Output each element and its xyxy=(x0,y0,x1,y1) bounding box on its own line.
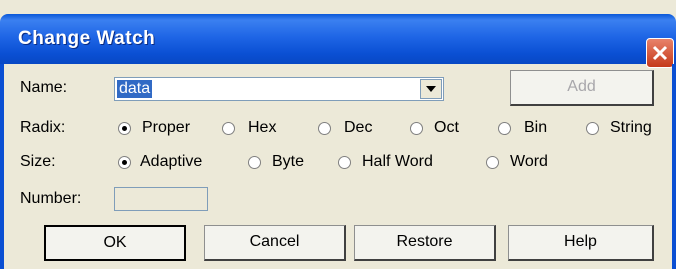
name-combobox[interactable]: data xyxy=(114,77,444,101)
size-half-word-radio[interactable] xyxy=(338,156,351,169)
radix-bin-radio[interactable] xyxy=(498,122,511,135)
size-word-radio[interactable] xyxy=(486,156,499,169)
number-input[interactable] xyxy=(114,187,208,211)
close-icon xyxy=(652,45,668,61)
chevron-down-icon xyxy=(426,86,436,92)
cancel-button[interactable]: Cancel xyxy=(204,225,346,261)
radix-string-label[interactable]: String xyxy=(610,119,652,137)
radix-dec-radio[interactable] xyxy=(318,122,331,135)
radix-dec-label[interactable]: Dec xyxy=(344,119,372,137)
close-button[interactable] xyxy=(646,38,674,68)
help-button[interactable]: Help xyxy=(508,225,654,261)
window-title: Change Watch xyxy=(18,28,156,49)
radix-oct-radio[interactable] xyxy=(410,122,423,135)
window-border-left xyxy=(0,64,4,269)
size-byte-radio[interactable] xyxy=(248,156,261,169)
name-value: data xyxy=(117,80,153,98)
size-adaptive-label[interactable]: Adaptive xyxy=(140,153,202,171)
number-label: Number: xyxy=(20,190,82,207)
radix-label: Radix: xyxy=(20,119,66,136)
size-half-word-label[interactable]: Half Word xyxy=(362,153,433,171)
radix-hex-radio[interactable] xyxy=(222,122,235,135)
title-bar[interactable]: Change Watch xyxy=(0,14,676,68)
size-adaptive-radio[interactable] xyxy=(118,156,131,169)
radix-string-radio[interactable] xyxy=(586,122,599,135)
dropdown-button[interactable] xyxy=(420,79,442,99)
name-label: Name: xyxy=(20,79,68,96)
ok-button[interactable]: OK xyxy=(44,225,186,261)
radix-proper-label[interactable]: Proper xyxy=(142,119,190,137)
restore-button[interactable]: Restore xyxy=(354,225,496,261)
window-border-right xyxy=(672,64,676,269)
size-byte-label[interactable]: Byte xyxy=(272,153,304,171)
size-word-label[interactable]: Word xyxy=(510,153,548,171)
radix-proper-radio[interactable] xyxy=(118,122,131,135)
radix-hex-label[interactable]: Hex xyxy=(248,119,276,137)
radix-bin-label[interactable]: Bin xyxy=(524,119,547,137)
radix-oct-label[interactable]: Oct xyxy=(434,119,459,137)
change-watch-dialog: Change Watch Name: data Add Radix: Prope… xyxy=(0,0,676,269)
size-label: Size: xyxy=(20,153,56,170)
add-button[interactable]: Add xyxy=(510,70,654,106)
